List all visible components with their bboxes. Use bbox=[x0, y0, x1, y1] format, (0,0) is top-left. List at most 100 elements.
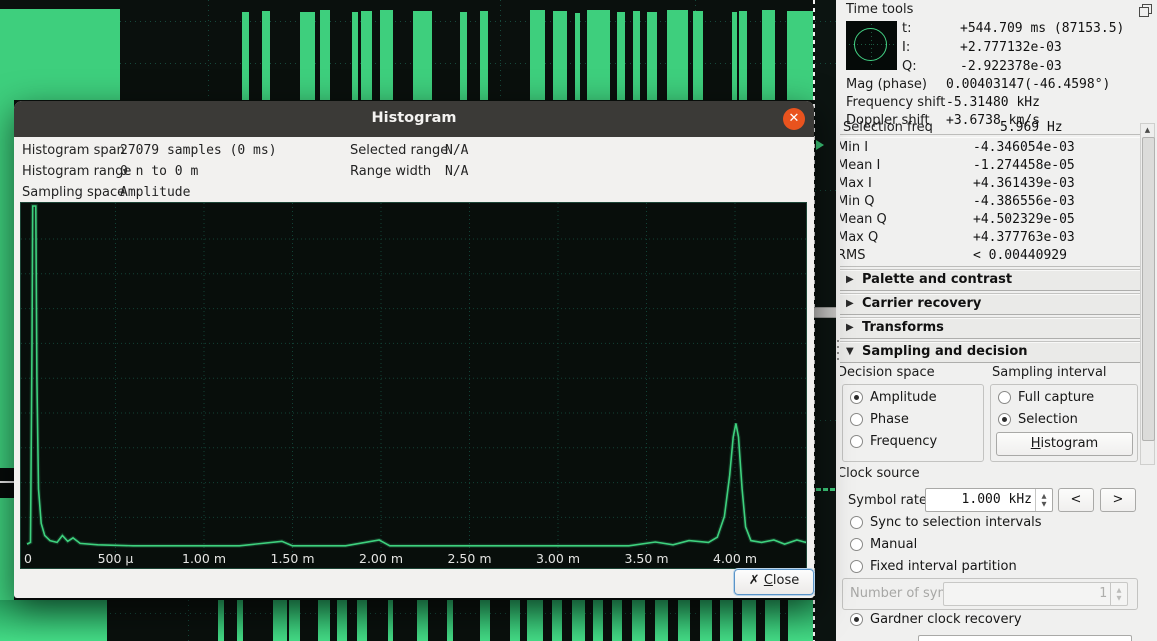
section-carrier-recovery[interactable]: ▶ Carrier recovery bbox=[840, 294, 1140, 315]
waveform-bar bbox=[242, 12, 249, 100]
mean-q-value: +4.502329e-05 bbox=[973, 212, 1075, 227]
partial-spinbox[interactable] bbox=[918, 635, 1132, 641]
number-of-symbols-spinbox[interactable]: 1 ▲▼ bbox=[943, 582, 1128, 606]
waveform-bar bbox=[720, 600, 733, 641]
symbol-rate-prev-button[interactable]: < bbox=[1058, 488, 1094, 512]
expand-arrow-icon: ▶ bbox=[846, 322, 854, 333]
grid-line bbox=[0, 613, 816, 614]
radio-selection-label[interactable]: Selection bbox=[1018, 412, 1078, 427]
t-value: +544.709 ms (87153.5) bbox=[960, 21, 1124, 36]
radio-icon[interactable] bbox=[850, 560, 863, 573]
radio-icon[interactable] bbox=[850, 613, 863, 626]
min-q-label: Min Q bbox=[840, 194, 874, 209]
waveform-bar bbox=[273, 600, 287, 641]
waveform-bar bbox=[678, 600, 690, 641]
side-panel: Time tools t: +544.709 ms (87153.5) I: +… bbox=[840, 0, 1157, 641]
radio-icon[interactable] bbox=[850, 516, 863, 529]
waveform-bar bbox=[647, 12, 657, 100]
max-i-label: Max I bbox=[840, 176, 872, 191]
waveform-bar bbox=[527, 600, 543, 641]
mean-q-label: Mean Q bbox=[840, 212, 887, 227]
radio-phase-label[interactable]: Phase bbox=[870, 412, 909, 427]
frequency-shift-value: -5.31480 kHz bbox=[946, 95, 1040, 110]
waveform-bar bbox=[787, 11, 813, 100]
rms-value: < 0.00440929 bbox=[973, 248, 1067, 263]
radio-fixed-interval-label[interactable]: Fixed interval partition bbox=[870, 559, 1017, 574]
waveform-bar bbox=[262, 11, 270, 100]
sampling-space-value: Amplitude bbox=[120, 185, 190, 200]
dialog-titlebar[interactable]: Histogram ✕ bbox=[14, 101, 814, 137]
radio-icon[interactable] bbox=[850, 391, 863, 404]
selected-range-value: N/A bbox=[445, 143, 468, 158]
panel-scrollbar[interactable]: ▲ bbox=[1140, 123, 1155, 465]
section-label: Carrier recovery bbox=[862, 296, 981, 311]
radio-full-capture-label[interactable]: Full capture bbox=[1018, 390, 1094, 405]
symbol-rate-spinbox[interactable]: 1.000 kHz ▲▼ bbox=[925, 488, 1053, 512]
decision-space-label: Decision space bbox=[840, 365, 935, 380]
waveform-bar bbox=[655, 600, 668, 641]
histogram-button-label: Histogram bbox=[1031, 433, 1098, 455]
waveform-bar bbox=[480, 11, 488, 100]
selection-marker-icon bbox=[816, 488, 821, 491]
histogram-plot[interactable]: 0500 µ1.00 m1.50 m2.00 m2.50 m3.00 m3.50… bbox=[20, 202, 807, 569]
symbol-rate-next-button[interactable]: > bbox=[1100, 488, 1136, 512]
waveform-view-top[interactable] bbox=[0, 0, 816, 100]
radio-frequency-label[interactable]: Frequency bbox=[870, 434, 937, 449]
grid-line bbox=[815, 420, 836, 421]
radio-icon[interactable] bbox=[850, 413, 863, 426]
section-transforms[interactable]: ▶ Transforms bbox=[840, 318, 1140, 339]
waveform-bar bbox=[593, 600, 603, 641]
spinner-arrows[interactable]: ▲▼ bbox=[1035, 489, 1052, 511]
radio-amplitude-label[interactable]: Amplitude bbox=[870, 390, 937, 405]
close-x-icon: ✗ bbox=[749, 573, 760, 588]
close-icon[interactable]: ✕ bbox=[783, 108, 805, 130]
radio-gardner-label[interactable]: Gardner clock recovery bbox=[870, 612, 1022, 627]
spinner-arrows: ▲▼ bbox=[1110, 583, 1127, 605]
waveform-bar bbox=[617, 12, 625, 100]
waveform-bar bbox=[357, 600, 367, 641]
section-palette-and-contrast[interactable]: ▶ Palette and contrast bbox=[840, 270, 1140, 291]
radio-icon[interactable] bbox=[850, 435, 863, 448]
popout-icon[interactable] bbox=[1139, 4, 1152, 17]
waveform-bar bbox=[633, 11, 640, 100]
waveform-bar bbox=[413, 11, 432, 100]
histogram-span-value: 27079 samples (0 ms) bbox=[120, 143, 277, 158]
close-button[interactable]: ✗ Close bbox=[734, 569, 814, 595]
symbol-rate-value: 1.000 kHz bbox=[962, 492, 1032, 507]
close-button-label: Close bbox=[764, 570, 799, 592]
section-sampling-and-decision[interactable]: ▼ Sampling and decision bbox=[840, 342, 1140, 363]
max-q-value: +4.377763e-03 bbox=[973, 230, 1075, 245]
range-width-label: Range width bbox=[350, 164, 431, 179]
scroll-up-icon[interactable]: ▲ bbox=[1141, 124, 1154, 136]
radio-icon[interactable] bbox=[850, 538, 863, 551]
waveform-bar bbox=[337, 600, 347, 641]
waveform-bar bbox=[447, 600, 453, 641]
histogram-button[interactable]: Histogram bbox=[996, 432, 1133, 456]
unselected-region[interactable] bbox=[815, 0, 836, 641]
waveform-bar bbox=[765, 600, 780, 641]
selection-marker-icon bbox=[823, 488, 828, 491]
selection-freq-row-clipped: Selection freq 5.969 Hz bbox=[840, 120, 1140, 133]
waveform-bar bbox=[0, 9, 120, 100]
waveform-bar bbox=[667, 10, 688, 100]
radio-icon[interactable] bbox=[998, 413, 1011, 426]
waveform-bar bbox=[218, 600, 224, 641]
mag-phase-label: Mag (phase) bbox=[846, 77, 927, 92]
max-q-label: Max Q bbox=[840, 230, 878, 245]
x-axis-tick-label: 1.00 m bbox=[182, 551, 226, 566]
waveform-view-bottom[interactable] bbox=[0, 600, 816, 641]
waveform-bar bbox=[237, 600, 243, 641]
t-label: t: bbox=[902, 21, 911, 36]
radio-icon[interactable] bbox=[998, 391, 1011, 404]
q-label: Q: bbox=[902, 59, 917, 74]
spin-down-icon: ▼ bbox=[1036, 501, 1052, 508]
waveform-bar bbox=[318, 600, 330, 641]
waveform-view-left-edge[interactable] bbox=[0, 100, 14, 600]
radio-sync-selection-label[interactable]: Sync to selection intervals bbox=[870, 515, 1042, 530]
x-axis-tick-label: 2.50 m bbox=[448, 551, 492, 566]
scrollbar-thumb[interactable] bbox=[1142, 137, 1155, 441]
radio-manual-label[interactable]: Manual bbox=[870, 537, 917, 552]
x-axis-tick-label: 2.00 m bbox=[359, 551, 403, 566]
histogram-curve-svg bbox=[21, 203, 806, 568]
selection-marker-icon bbox=[816, 140, 824, 150]
